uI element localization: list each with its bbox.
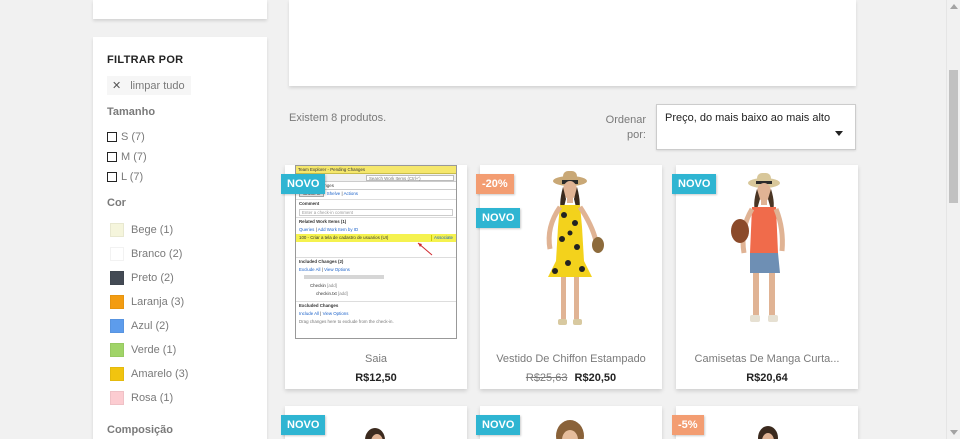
discount-flag: -20% <box>476 174 514 194</box>
color-option[interactable]: Laranja (3) <box>107 290 253 314</box>
product-name[interactable]: Camisetas De Manga Curta... <box>676 353 858 365</box>
size-checkbox[interactable] <box>107 132 117 142</box>
color-swatch[interactable] <box>110 391 124 405</box>
product-card[interactable]: -20% NOVO Vestido De Chiffon Estampado R… <box>476 165 662 389</box>
color-label: Preto (2) <box>131 272 174 284</box>
color-option[interactable]: Branco (2) <box>107 242 253 266</box>
color-label: Rosa (1) <box>131 392 174 404</box>
scroll-down-icon[interactable] <box>950 430 958 435</box>
new-flag: NOVO <box>281 415 326 435</box>
size-label: S (7) <box>121 131 145 143</box>
product-price-row: R$25,63 R$20,50 <box>480 372 662 384</box>
scroll-thumb[interactable] <box>949 70 958 203</box>
size-option-m[interactable]: M (7) <box>107 147 253 167</box>
category-header-panel <box>289 0 856 86</box>
sort-value: Preço, do mais baixo ao mais alto <box>665 112 831 124</box>
color-swatch[interactable] <box>110 223 124 237</box>
size-label: M (7) <box>121 151 147 163</box>
sort-select[interactable]: Preço, do mais baixo ao mais alto <box>656 104 856 150</box>
caret-down-icon <box>835 131 843 136</box>
clear-all-button[interactable]: ✕ limpar tudo <box>107 76 191 95</box>
sort-label: Ordenar por: <box>605 114 646 141</box>
color-option[interactable]: Bege (1) <box>107 218 253 242</box>
clear-all-label: limpar tudo <box>130 79 185 92</box>
color-swatch[interactable] <box>110 343 124 357</box>
product-price-row: R$12,50 <box>285 372 467 384</box>
color-option[interactable]: Rosa (1) <box>107 386 253 410</box>
product-price: R$20,50 <box>574 372 617 384</box>
new-flag: NOVO <box>476 208 521 228</box>
page-scrollbar[interactable] <box>946 0 960 439</box>
color-label: Laranja (3) <box>131 296 185 308</box>
color-option[interactable]: Azul (2) <box>107 314 253 338</box>
close-icon: ✕ <box>112 80 122 92</box>
scroll-up-icon[interactable] <box>950 4 958 9</box>
size-checkbox[interactable] <box>107 152 117 162</box>
color-swatch[interactable] <box>110 319 124 333</box>
new-flag: NOVO <box>476 415 521 435</box>
product-name[interactable]: Vestido De Chiffon Estampado <box>480 353 662 365</box>
product-card[interactable]: NOVO Camisetas De Manga Curta... R$20,64 <box>672 165 858 389</box>
discount-flag: -5% <box>672 415 704 435</box>
color-swatch[interactable] <box>110 295 124 309</box>
composition-facet-title: Composição <box>107 424 174 436</box>
color-option[interactable]: Preto (2) <box>107 266 253 290</box>
color-option[interactable]: Verde (1) <box>107 338 253 362</box>
color-facet-title: Cor <box>107 197 126 209</box>
color-label: Amarelo (3) <box>131 368 189 380</box>
color-swatch[interactable] <box>110 271 124 285</box>
size-checkbox[interactable] <box>107 172 117 182</box>
color-label: Verde (1) <box>131 344 177 356</box>
product-price: R$12,50 <box>355 372 397 384</box>
new-flag: NOVO <box>281 174 326 194</box>
color-option[interactable]: Amarelo (3) <box>107 362 253 386</box>
color-label: Bege (1) <box>131 224 174 236</box>
color-swatch[interactable] <box>110 247 124 261</box>
color-label: Branco (2) <box>131 248 183 260</box>
product-name[interactable]: Saia <box>285 353 467 365</box>
product-card[interactable]: Team Explorer - Pending Changes Search W… <box>281 165 467 389</box>
size-option-s[interactable]: S (7) <box>107 127 253 147</box>
new-flag: NOVO <box>672 174 717 194</box>
sidebar-top-panel <box>93 0 267 19</box>
color-swatch[interactable] <box>110 367 124 381</box>
size-label: L (7) <box>121 171 144 183</box>
filter-panel: FILTRAR POR ✕ limpar tudo Tamanho S (7) … <box>93 37 267 439</box>
product-price-row: R$20,64 <box>676 372 858 384</box>
product-price: R$20,64 <box>746 372 788 384</box>
product-old-price: R$25,63 <box>525 372 568 384</box>
color-label: Azul (2) <box>131 320 169 332</box>
size-facet-title: Tamanho <box>107 106 156 118</box>
size-option-l[interactable]: L (7) <box>107 167 253 187</box>
color-list: Bege (1) Branco (2) Preto (2) Laranja (3) Az… <box>107 218 253 410</box>
filter-title: FILTRAR POR <box>107 54 184 66</box>
product-count: Existem 8 produtos. <box>289 112 387 124</box>
